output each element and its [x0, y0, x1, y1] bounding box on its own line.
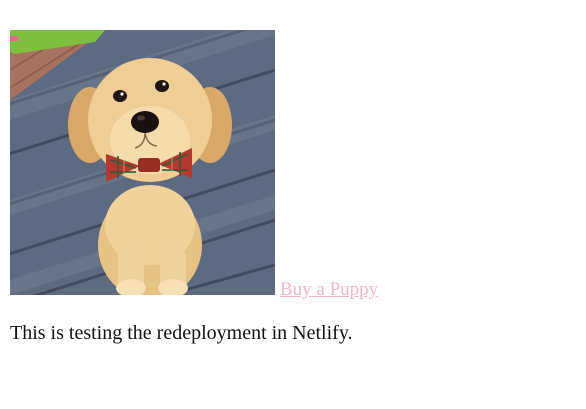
hero-line: Buy a Puppy [10, 30, 378, 299]
buy-a-puppy-link[interactable]: Buy a Puppy [280, 280, 378, 299]
page: Buy a Puppy This is testing the redeploy… [0, 0, 586, 409]
caption-text: This is testing the redeployment in Netl… [10, 322, 353, 344]
puppy-photo [10, 30, 275, 295]
